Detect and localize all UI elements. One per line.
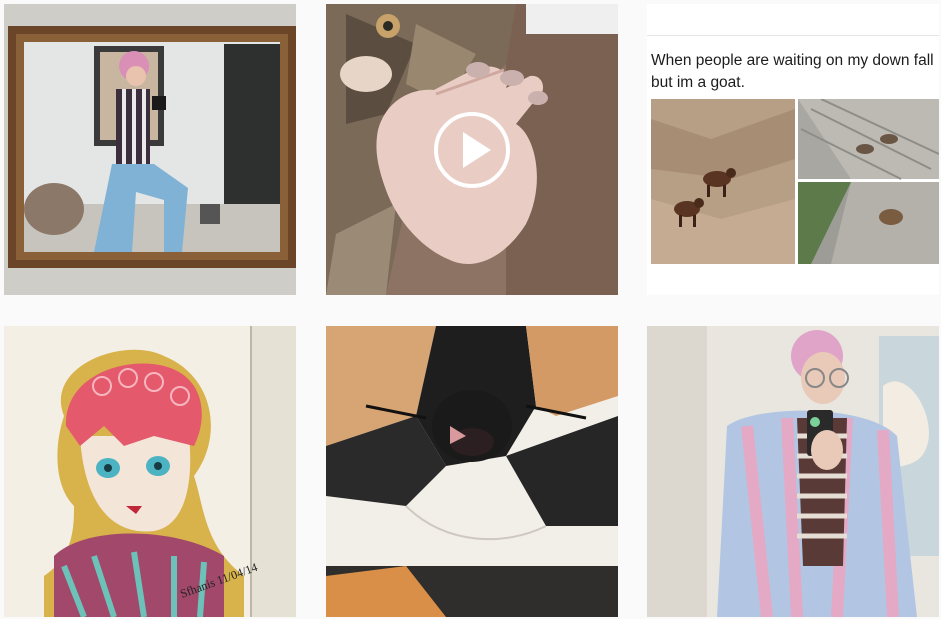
post-tile-goat-meme[interactable]: When people are waiting on my down fall … [647,4,939,295]
post-image-pastel-selfie [647,326,939,617]
post-tile-calico-cat[interactable] [326,326,618,617]
post-tile-drawing[interactable]: Sfhanis 11/04/14 [4,326,296,617]
post-tile-cat-video[interactable] [326,4,618,295]
photo-grid: When people are waiting on my down fall … [0,0,941,619]
play-icon[interactable] [432,110,512,190]
post-image-calico-cat [326,326,618,617]
meme-top-bar [647,4,939,36]
post-image-drawing: Sfhanis 11/04/14 [4,326,296,617]
meme-caption: When people are waiting on my down fall … [651,52,934,91]
post-tile-mirror-selfie[interactable] [4,4,296,295]
post-tile-pastel-selfie[interactable] [647,326,939,617]
meme-goat-photos [651,99,939,264]
post-image-mirror-selfie [4,4,296,295]
